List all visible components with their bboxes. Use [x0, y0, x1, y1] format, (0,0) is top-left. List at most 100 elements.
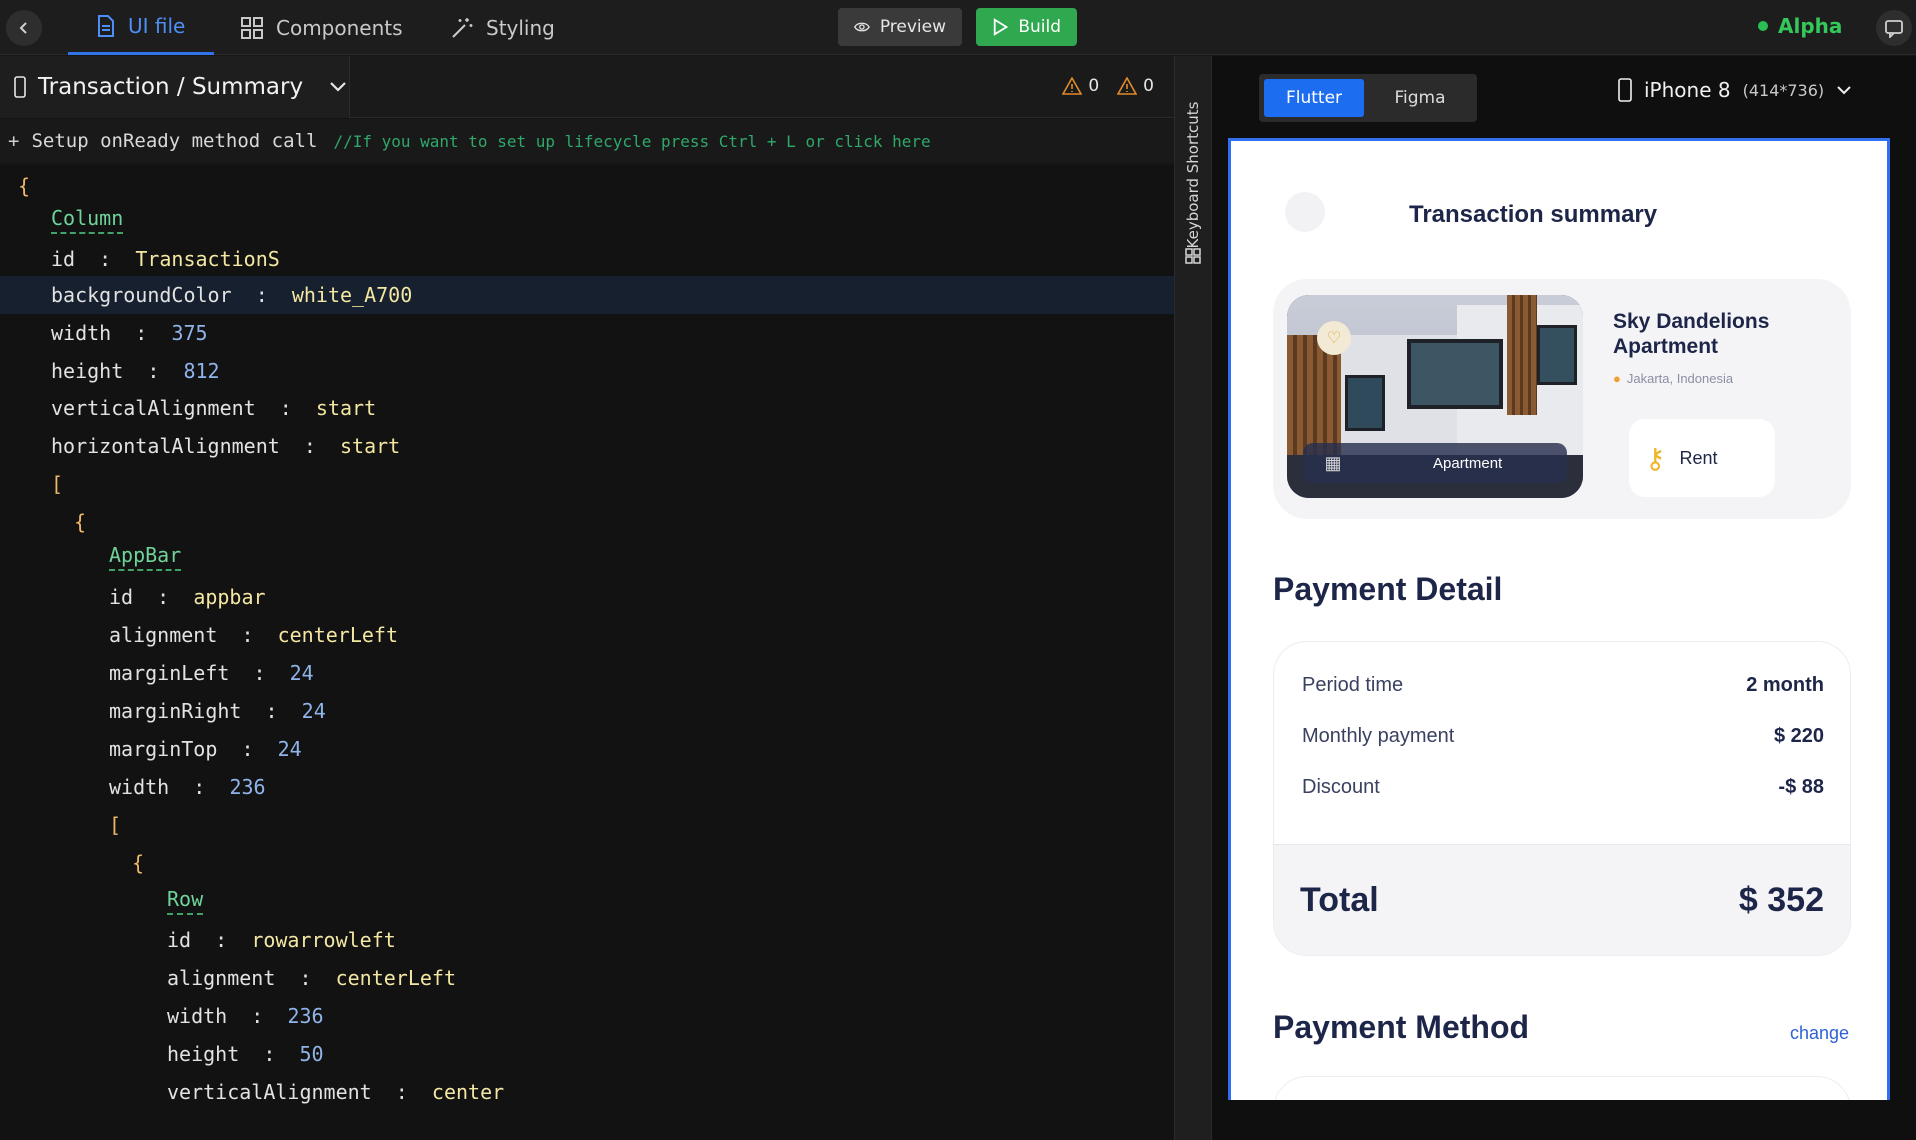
property-value[interactable]: 236 — [229, 775, 265, 799]
back-arrow-button[interactable] — [1285, 192, 1325, 232]
code-line[interactable]: width : 236 — [0, 997, 1174, 1035]
payment-row-label: Monthly payment — [1302, 725, 1455, 747]
code-line[interactable]: marginRight : 24 — [0, 692, 1174, 730]
property-value[interactable]: TransactionS — [135, 247, 280, 271]
code-colon: : — [227, 1004, 288, 1028]
feedback-button[interactable] — [1876, 10, 1912, 46]
tab-styling[interactable]: Styling — [450, 0, 555, 55]
code-colon: : — [275, 966, 336, 990]
total-label: Total — [1300, 881, 1379, 919]
code-line[interactable]: alignment : centerLeft — [0, 616, 1174, 654]
flutter-option[interactable]: Flutter — [1264, 79, 1364, 117]
build-button[interactable]: Build — [976, 8, 1077, 46]
property-value[interactable]: centerLeft — [278, 623, 398, 647]
keyboard-shortcuts-toggle[interactable]: Keyboard Shortcuts — [1181, 88, 1205, 268]
code-line[interactable]: width : 375 — [0, 314, 1174, 352]
code-line[interactable]: marginTop : 24 — [0, 730, 1174, 768]
code-line[interactable]: Row — [0, 882, 1174, 920]
code-line[interactable]: verticalAlignment : start — [0, 389, 1174, 427]
phone-icon — [1618, 78, 1632, 102]
property-value[interactable]: start — [316, 396, 376, 420]
warning-count[interactable]: 0 — [1117, 76, 1154, 96]
code-line[interactable]: { — [0, 844, 1174, 882]
warning-count-value: 0 — [1143, 76, 1154, 96]
property-value[interactable]: 24 — [278, 737, 302, 761]
property-key: alignment — [167, 966, 276, 990]
property-value[interactable]: 812 — [183, 359, 219, 383]
preview-button[interactable]: Preview — [838, 8, 962, 46]
building-icon: ▦ — [1324, 452, 1342, 473]
location-text: Jakarta, Indonesia — [1626, 371, 1734, 386]
tab-ui-file[interactable]: UI file — [68, 0, 214, 55]
property-key: alignment — [109, 623, 218, 647]
code-line[interactable]: id : TransactionS — [0, 240, 1174, 278]
payment-method-card[interactable] — [1273, 1076, 1851, 1100]
payment-method-heading: Payment Method — [1273, 1009, 1530, 1045]
code-editor[interactable]: {Column id : TransactionS backgroundColor … — [0, 165, 1174, 1140]
property-value[interactable]: center — [432, 1080, 504, 1104]
property-key: marginLeft — [109, 661, 230, 685]
widget-name[interactable]: Row — [167, 887, 204, 915]
property-type-label: Apartment — [1433, 454, 1503, 472]
property-value[interactable]: 236 — [287, 1004, 323, 1028]
eye-icon — [854, 22, 870, 32]
rent-chip[interactable]: ⚷ Rent — [1629, 419, 1775, 497]
code-line[interactable]: horizontalAlignment : start — [0, 427, 1174, 465]
file-selector[interactable]: Transaction / Summary — [0, 56, 350, 118]
property-value[interactable]: 375 — [171, 321, 207, 345]
code-colon: : — [279, 434, 340, 458]
property-value[interactable]: appbar — [193, 585, 265, 609]
property-key: marginTop — [109, 737, 218, 761]
total-value: $ 352 — [1738, 881, 1824, 919]
tab-components[interactable]: Components — [240, 0, 403, 55]
property-value[interactable]: 24 — [290, 661, 314, 685]
code-line[interactable]: { — [0, 167, 1174, 205]
property-value[interactable]: 50 — [299, 1042, 323, 1066]
code-line[interactable]: width : 236 — [0, 768, 1174, 806]
property-key: width — [167, 1004, 228, 1028]
property-value[interactable]: white_A700 — [292, 283, 412, 307]
favorite-heart-icon[interactable]: ♡ — [1317, 321, 1351, 355]
property-value[interactable]: start — [340, 434, 400, 458]
code-line[interactable]: Column — [0, 201, 1174, 239]
change-link[interactable]: change — [1790, 1023, 1849, 1044]
warning-count[interactable]: 0 — [1062, 76, 1099, 96]
code-line[interactable]: height : 50 — [0, 1035, 1174, 1073]
code-line[interactable]: height : 812 — [0, 352, 1174, 390]
payment-row-value: -$ 88 — [1778, 776, 1824, 798]
code-line[interactable]: alignment : centerLeft — [0, 959, 1174, 997]
payment-detail-heading: Payment Detail — [1273, 571, 1503, 607]
environment-label: Alpha — [1778, 14, 1843, 38]
property-key: height — [167, 1042, 240, 1066]
figma-option[interactable]: Figma — [1369, 79, 1471, 117]
code-line[interactable]: { — [0, 503, 1174, 541]
back-button[interactable] — [6, 10, 42, 46]
code-colon: : — [133, 585, 194, 609]
code-line[interactable]: marginLeft : 24 — [0, 654, 1174, 692]
device-name: iPhone 8 — [1644, 78, 1731, 102]
code-line[interactable]: AppBar — [0, 538, 1174, 576]
location-pin-icon: ● — [1613, 371, 1621, 386]
preview-label: Preview — [879, 17, 946, 37]
setup-onready-row[interactable]: + Setup onReady method call //If you wan… — [0, 119, 1174, 163]
device-selector[interactable]: iPhone 8 (414*736) — [1618, 78, 1852, 102]
widget-name[interactable]: AppBar — [109, 543, 182, 571]
code-line[interactable]: backgroundColor : white_A700 — [0, 276, 1174, 314]
property-value[interactable]: rowarrowleft — [251, 928, 396, 952]
property-value[interactable]: centerLeft — [336, 966, 456, 990]
property-location: ● Jakarta, Indonesia — [1613, 371, 1733, 386]
payment-row-value: 2 month — [1746, 674, 1824, 696]
code-line[interactable]: [ — [0, 806, 1174, 844]
payment-row: Monthly payment $ 220 — [1302, 725, 1824, 748]
property-photo: ♡ ▦ Apartment — [1287, 295, 1583, 498]
code-line[interactable]: verticalAlignment : center — [0, 1073, 1174, 1111]
code-line[interactable]: id : appbar — [0, 578, 1174, 616]
widget-name[interactable]: Column — [51, 206, 124, 234]
code-line[interactable]: id : rowarrowleft — [0, 921, 1174, 959]
code-line[interactable]: [ — [0, 465, 1174, 503]
tab-label: UI file — [128, 14, 186, 38]
property-key: id — [167, 928, 192, 952]
setup-hint[interactable]: //If you want to set up lifecycle press … — [333, 132, 930, 151]
property-value[interactable]: 24 — [302, 699, 326, 723]
property-key: marginRight — [109, 699, 242, 723]
